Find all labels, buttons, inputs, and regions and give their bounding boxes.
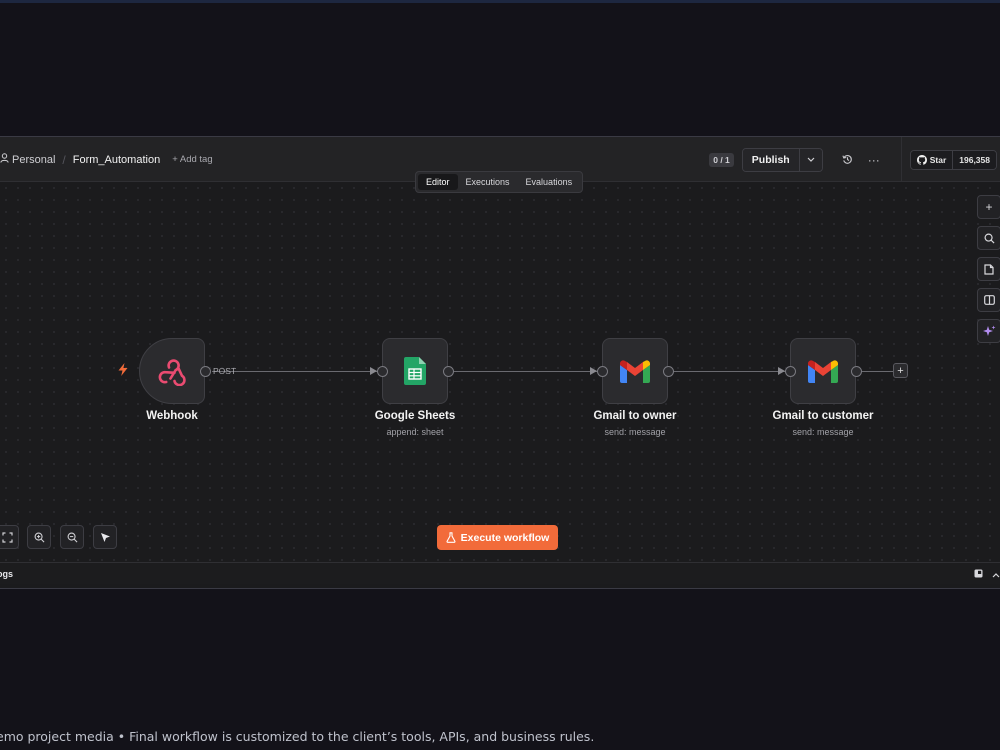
- zoom-out-button[interactable]: [60, 525, 84, 549]
- node-subtitle-google-sheets: append: sheet: [386, 427, 444, 437]
- search-icon: [984, 233, 995, 244]
- flask-icon: [446, 532, 456, 543]
- chevron-up-icon: [992, 573, 1000, 578]
- breadcrumb-separator: /: [62, 152, 66, 167]
- logs-actions: [974, 563, 1000, 585]
- user-icon: [0, 153, 9, 166]
- logs-expand-button[interactable]: [992, 565, 1000, 583]
- publish-button[interactable]: Publish: [742, 148, 800, 171]
- tab-executions[interactable]: Executions: [458, 174, 518, 190]
- gmail-icon: [620, 359, 650, 383]
- input-handle[interactable]: [785, 366, 796, 377]
- node-title-gmail-owner: Gmail to owner: [593, 410, 677, 422]
- project-link[interactable]: Personal: [0, 153, 55, 166]
- add-node-button[interactable]: +: [893, 363, 908, 378]
- project-name: Personal: [12, 153, 56, 166]
- publish-group: Publish: [741, 147, 823, 172]
- popout-icon: [974, 569, 983, 578]
- publish-dropdown-button[interactable]: [799, 148, 822, 171]
- cursor-mode-button[interactable]: [93, 525, 117, 549]
- connection-gmail-owner-gmail-customer[interactable]: [674, 371, 785, 372]
- webhook-output-label: POST: [213, 366, 237, 376]
- node-title-gmail-customer: Gmail to customer: [772, 410, 874, 422]
- execute-workflow-button[interactable]: Execute workflow: [437, 525, 558, 550]
- workflow-canvas[interactable]: POST Webhook Google Sheets append: sheet…: [0, 182, 1000, 562]
- github-star-button[interactable]: Star: [910, 150, 954, 169]
- fit-view-icon: [1, 531, 13, 543]
- panel-icon: [983, 295, 995, 305]
- node-subtitle-gmail-customer: send: message: [792, 427, 854, 437]
- node-title-google-sheets: Google Sheets: [374, 410, 456, 422]
- input-handle[interactable]: [377, 366, 388, 377]
- node-gmail-owner[interactable]: [597, 338, 674, 404]
- tab-evaluations[interactable]: Evaluations: [518, 174, 581, 190]
- sparkle-icon: [982, 325, 995, 336]
- trigger-bolt-icon: [118, 363, 128, 379]
- gmail-icon: [808, 359, 838, 383]
- sticky-note-button[interactable]: [977, 257, 1000, 281]
- github-icon: [916, 154, 927, 165]
- search-nodes-button[interactable]: [977, 226, 1000, 250]
- canvas-side-toolbar: +: [977, 195, 1000, 350]
- more-options-button[interactable]: ···: [863, 149, 885, 171]
- google-sheets-icon: [404, 357, 426, 385]
- top-accent-bar: [0, 0, 1000, 3]
- arrow-head: [370, 367, 377, 375]
- connection-gmail-customer-add[interactable]: [861, 371, 894, 372]
- header-divider: [900, 137, 902, 182]
- ellipsis-icon: ···: [867, 152, 880, 167]
- logs-label: ogs: [0, 568, 14, 579]
- add-node-panel-button[interactable]: +: [977, 195, 1000, 219]
- zoom-out-icon: [67, 532, 77, 542]
- output-handle[interactable]: [663, 366, 674, 377]
- workflow-name[interactable]: Form_Automation: [73, 154, 160, 166]
- cursor-icon: [100, 532, 110, 542]
- add-tag-button[interactable]: + Add tag: [172, 154, 212, 165]
- view-tabs: Editor Executions Evaluations: [415, 171, 584, 193]
- history-button[interactable]: [837, 149, 859, 171]
- breadcrumb: Personal / Form_Automation + Add tag: [0, 137, 213, 182]
- zoom-in-button[interactable]: [27, 525, 51, 549]
- header-actions: 0 / 1 Publish ··· Star 196,358: [709, 137, 1000, 182]
- output-handle[interactable]: [851, 366, 862, 377]
- footer-caption: emo project media • Final workflow is cu…: [0, 729, 595, 744]
- sticky-note-icon: [984, 263, 994, 275]
- github-star-count: 196,358: [953, 150, 996, 169]
- arrow-head: [590, 367, 597, 375]
- input-handle[interactable]: [597, 366, 608, 377]
- fit-view-button[interactable]: [0, 525, 19, 549]
- node-webhook[interactable]: [139, 338, 211, 404]
- plus-icon: +: [985, 200, 993, 214]
- output-handle[interactable]: [200, 366, 211, 377]
- node-google-sheets[interactable]: [377, 338, 454, 404]
- connection-sheets-gmail-owner[interactable]: [454, 371, 597, 372]
- node-gmail-customer[interactable]: [785, 338, 862, 404]
- version-badge[interactable]: 0 / 1: [709, 152, 734, 167]
- output-handle[interactable]: [443, 366, 454, 377]
- execute-workflow-label: Execute workflow: [460, 531, 550, 544]
- chevron-down-icon: [807, 157, 815, 162]
- history-icon: [842, 155, 853, 164]
- github-star-widget[interactable]: Star 196,358: [909, 149, 997, 170]
- n8n-editor-window: Personal / Form_Automation + Add tag 0 /…: [0, 136, 1000, 589]
- logs-popout-button[interactable]: [974, 565, 983, 583]
- node-title-webhook: Webhook: [146, 410, 198, 422]
- node-subtitle-gmail-owner: send: message: [604, 427, 666, 437]
- ai-assistant-button[interactable]: [977, 319, 1000, 343]
- plus-icon: +: [897, 364, 904, 377]
- arrow-head: [778, 367, 785, 375]
- zoom-in-icon: [34, 532, 44, 542]
- github-star-label: Star: [929, 154, 947, 165]
- logs-panel-bar[interactable]: ogs: [0, 562, 1000, 584]
- toggle-panel-button[interactable]: [977, 288, 1000, 312]
- tab-editor[interactable]: Editor: [418, 174, 458, 190]
- connection-webhook-sheets[interactable]: [212, 371, 377, 372]
- webhook-icon: [158, 359, 186, 386]
